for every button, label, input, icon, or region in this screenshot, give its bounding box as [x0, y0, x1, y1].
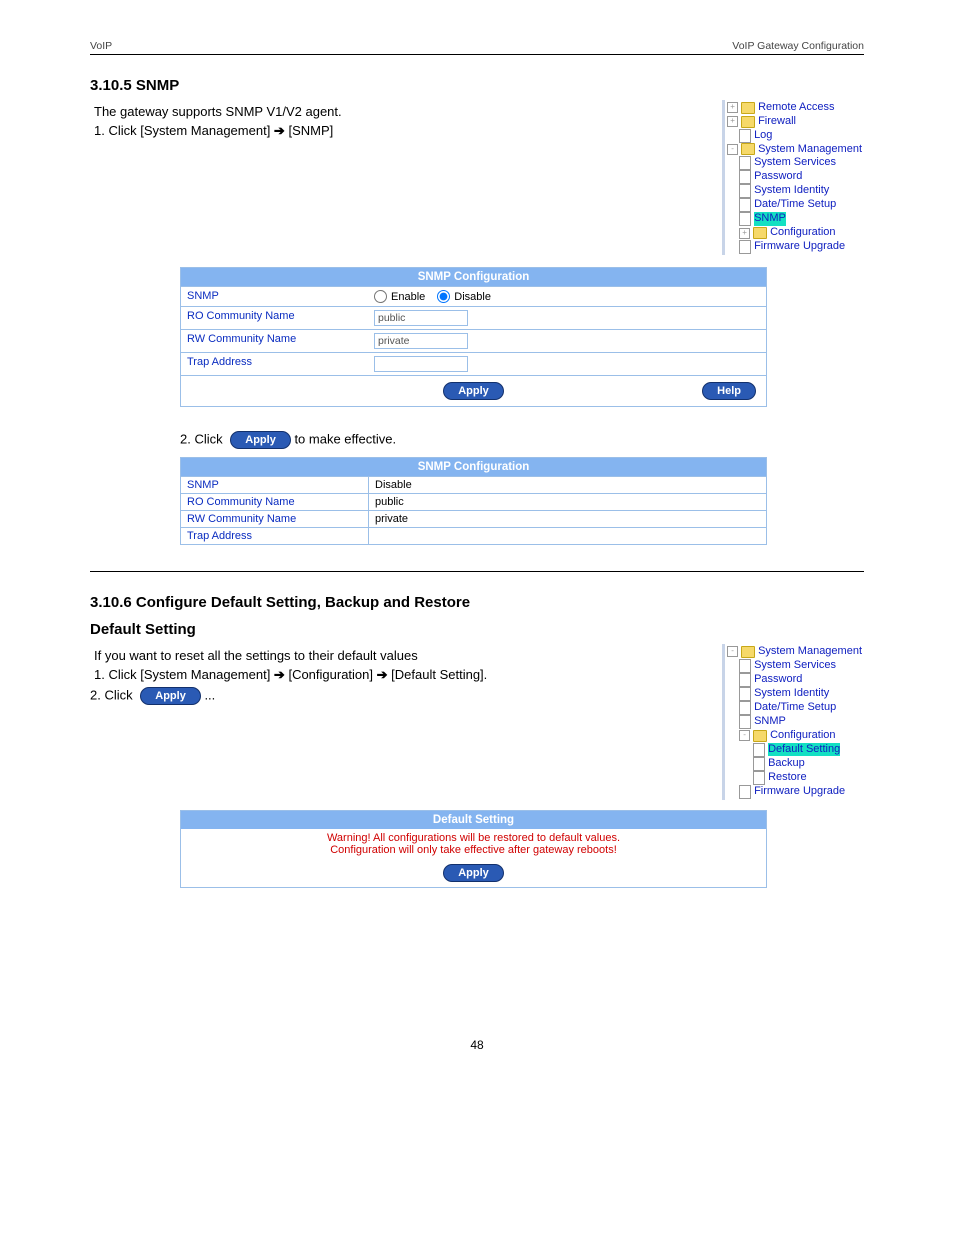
result-trap	[369, 528, 766, 544]
snmp-label: SNMP	[181, 287, 368, 306]
nav-sys-mgmt[interactable]: System Management	[758, 143, 862, 157]
page-icon	[739, 212, 751, 226]
default-setting-step1: 1. Click [System Management] ➔ [Configur…	[94, 667, 702, 683]
page-icon	[739, 715, 751, 729]
nav-datetime[interactable]: Date/Time Setup	[754, 701, 836, 715]
nav-firewall[interactable]: Firewall	[758, 115, 796, 129]
subsection-title-default-setting: Default Setting	[90, 621, 864, 638]
nav-datetime[interactable]: Date/Time Setup	[754, 198, 836, 212]
section-title-config: 3.10.6 Configure Default Setting, Backup…	[90, 594, 864, 611]
default-setting-panel: Default Setting Warning! All configurati…	[180, 810, 767, 888]
nav-sys-identity[interactable]: System Identity	[754, 184, 829, 198]
trap-label: Trap Address	[181, 353, 368, 375]
collapse-icon[interactable]: -	[727, 646, 738, 657]
result-rw: private	[369, 511, 766, 527]
expand-icon[interactable]: +	[727, 116, 738, 127]
snmp-step2: 2. Click Apply to make effective.	[180, 431, 864, 449]
nav-backup[interactable]: Backup	[768, 757, 805, 771]
section-title-snmp: 3.10.5 SNMP	[90, 77, 864, 94]
page-icon	[739, 184, 751, 198]
nav-password[interactable]: Password	[754, 673, 802, 687]
snmp-config-table: SNMP Configuration SNMP Enable Disable R…	[180, 267, 767, 407]
page-icon	[739, 701, 751, 715]
default-setting-step2: 2. Click Apply ...	[90, 687, 702, 705]
result-snmp: Disable	[369, 477, 766, 493]
snmp-enable-radio[interactable]	[374, 290, 387, 303]
page-icon	[739, 170, 751, 184]
arrow-icon: ➔	[274, 667, 285, 682]
disable-label: Disable	[454, 291, 491, 303]
snmp-disable-radio[interactable]	[437, 290, 450, 303]
folder-open-icon	[741, 143, 755, 155]
collapse-icon[interactable]: -	[727, 144, 738, 155]
page-number: 48	[90, 1038, 864, 1052]
nav-firmware[interactable]: Firmware Upgrade	[754, 785, 845, 799]
ro-input[interactable]	[374, 310, 468, 326]
page-icon	[753, 757, 765, 771]
nav-sys-mgmt[interactable]: System Management	[758, 645, 862, 659]
apply-button-inline[interactable]: Apply	[140, 687, 201, 705]
apply-button[interactable]: Apply	[443, 382, 504, 400]
snmp-config-header: SNMP Configuration	[181, 268, 766, 286]
folder-icon	[741, 102, 755, 114]
expand-icon[interactable]: +	[727, 102, 738, 113]
folder-icon	[753, 227, 767, 239]
nav-sys-services[interactable]: System Services	[754, 156, 836, 170]
apply-button-inline[interactable]: Apply	[230, 431, 291, 449]
page-icon	[739, 659, 751, 673]
rw-label: RW Community Name	[181, 330, 368, 352]
page-icon	[739, 687, 751, 701]
warning-line-2: Configuration will only take effective a…	[181, 844, 766, 856]
nav-tree-snmp: + Remote Access + Firewall Log - System Man…	[722, 100, 864, 255]
page-header: VoIP VoIP Gateway Configuration	[90, 40, 864, 55]
expand-icon[interactable]: +	[739, 228, 750, 239]
step1-num: 1.	[94, 123, 108, 138]
header-left: VoIP	[90, 40, 112, 52]
nav-firmware[interactable]: Firmware Upgrade	[754, 240, 845, 254]
nav-tree-config: - System Management System Services Passw…	[722, 644, 864, 800]
separator	[90, 571, 864, 572]
snmp-intro: The gateway supports SNMP V1/V2 agent.	[94, 104, 702, 119]
nav-restore[interactable]: Restore	[768, 771, 807, 785]
folder-open-icon	[741, 646, 755, 658]
folder-open-icon	[753, 730, 767, 742]
default-setting-intro: If you want to reset all the settings to…	[94, 648, 702, 663]
page-icon	[739, 785, 751, 799]
nav-password[interactable]: Password	[754, 170, 802, 184]
default-setting-panel-header: Default Setting	[181, 811, 766, 829]
page-icon	[739, 240, 751, 254]
page-icon	[739, 198, 751, 212]
enable-label: Enable	[391, 291, 425, 303]
ro-label: RO Community Name	[181, 307, 368, 329]
arrow-icon: ➔	[377, 667, 388, 682]
nav-default-setting[interactable]: Default Setting	[768, 743, 840, 757]
result-ro: public	[369, 494, 766, 510]
help-button[interactable]: Help	[702, 382, 756, 400]
nav-configuration[interactable]: Configuration	[770, 226, 835, 240]
page-icon	[753, 771, 765, 785]
nav-sys-identity[interactable]: System Identity	[754, 687, 829, 701]
page-icon	[739, 673, 751, 687]
header-right: VoIP Gateway Configuration	[732, 40, 864, 52]
nav-snmp[interactable]: SNMP	[754, 212, 786, 226]
page-icon	[753, 743, 765, 757]
trap-input[interactable]	[374, 356, 468, 372]
nav-log[interactable]: Log	[754, 129, 772, 143]
snmp-result-header: SNMP Configuration	[181, 458, 766, 476]
nav-configuration[interactable]: Configuration	[770, 729, 835, 743]
arrow-icon: ➔	[274, 123, 285, 138]
page-icon	[739, 156, 751, 170]
collapse-icon[interactable]: -	[739, 730, 750, 741]
page-icon	[739, 129, 751, 143]
snmp-step1: 1. Click [System Management] ➔ [SNMP]	[94, 123, 702, 139]
folder-icon	[741, 116, 755, 128]
apply-button[interactable]: Apply	[443, 864, 504, 882]
snmp-result-table: SNMP Configuration SNMPDisable RO Commun…	[180, 457, 767, 545]
nav-snmp[interactable]: SNMP	[754, 715, 786, 729]
rw-input[interactable]	[374, 333, 468, 349]
nav-remote-access[interactable]: Remote Access	[758, 101, 834, 115]
warning-line-1: Warning! All configurations will be rest…	[181, 832, 766, 844]
nav-sys-services[interactable]: System Services	[754, 659, 836, 673]
